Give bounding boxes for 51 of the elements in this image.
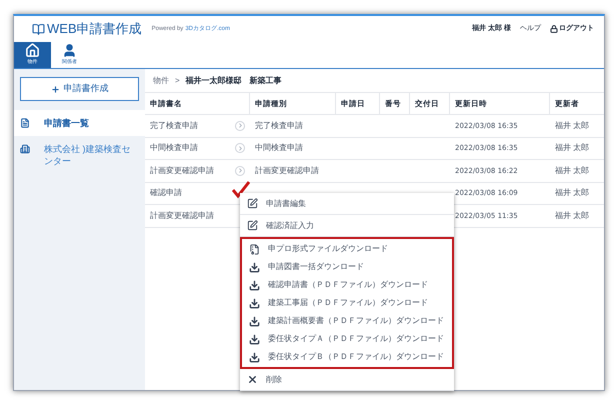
checkmark-icon (232, 181, 250, 199)
menu-item[interactable]: 委任状タイプＢ（ＰＤＦファイル）ダウンロード (242, 348, 452, 366)
table-cell: 福井 太郎 (555, 187, 590, 200)
edit-icon (247, 198, 258, 209)
table-cell: 確認申請 (150, 187, 182, 200)
breadcrumb-link[interactable]: 物件 (153, 74, 169, 86)
table-cell: 完了検査申請 (255, 120, 303, 132)
table-cell: 中間検査申請 (150, 142, 198, 154)
download-icon (249, 298, 260, 308)
lock-icon (550, 25, 558, 33)
table-cell: 計画変更確認申請 (150, 210, 214, 222)
chevron-icon[interactable] (235, 143, 245, 154)
menu-item[interactable]: 建築工事届（ＰＤＦファイル）ダウンロード (242, 294, 452, 312)
sidebar-item[interactable]: 申請書一覧 (14, 110, 145, 136)
table-cell: 完了検査申請 (150, 120, 198, 132)
menu-item[interactable]: 削除 (240, 369, 454, 391)
create-button[interactable]: 申請書作成 (20, 77, 139, 101)
sidebar-item[interactable]: 株式会社 )建築検査センター (14, 136, 145, 174)
table-cell: 計画変更確認申請 (150, 164, 214, 177)
table-cell: 福井 太郎 (555, 120, 590, 132)
menu-item[interactable]: 委任状タイプＡ（ＰＤＦファイル）ダウンロード (242, 330, 452, 348)
menu-item[interactable]: 確認申請書（ＰＤＦファイル）ダウンロード (242, 276, 452, 294)
chevron-icon[interactable] (235, 166, 245, 176)
download-icon (249, 316, 260, 326)
download-icon (249, 262, 260, 272)
breadcrumb-current: 福井一太郎様邸 新築工事 (186, 74, 282, 86)
table-cell: 中間検査申請 (255, 142, 303, 154)
menu-item[interactable]: 申請書編集 (240, 193, 454, 215)
table-cell: 福井 太郎 (555, 142, 590, 154)
download-icon (249, 334, 260, 344)
download-icon (249, 352, 260, 362)
menu-item[interactable]: 申プロ形式ファイルダウンロード (242, 240, 452, 258)
breadcrumb-separator: > (175, 74, 180, 86)
delete-icon (247, 374, 258, 385)
chevron-icon[interactable] (235, 120, 245, 131)
table-cell: 福井 太郎 (555, 210, 590, 222)
plus-icon (50, 84, 60, 94)
menu-item[interactable]: 建築計画概要書（ＰＤＦファイル）ダウンロード (242, 312, 452, 330)
app-logo: WEB申請書作成 (47, 20, 142, 38)
table-cell: 計画変更確認申請 (255, 164, 319, 177)
edit-icon (247, 220, 258, 231)
menu-item[interactable]: 申請図書一括ダウンロード (242, 258, 452, 276)
file-icon (249, 244, 260, 254)
building-icon (20, 144, 30, 154)
book-icon (32, 22, 45, 36)
menu-item[interactable]: 確認済証入力 (240, 215, 454, 237)
home-icon (25, 43, 40, 58)
table-cell: 福井 太郎 (555, 164, 590, 177)
download-icon (249, 280, 260, 290)
person-icon (62, 43, 77, 58)
document-icon (20, 118, 30, 128)
